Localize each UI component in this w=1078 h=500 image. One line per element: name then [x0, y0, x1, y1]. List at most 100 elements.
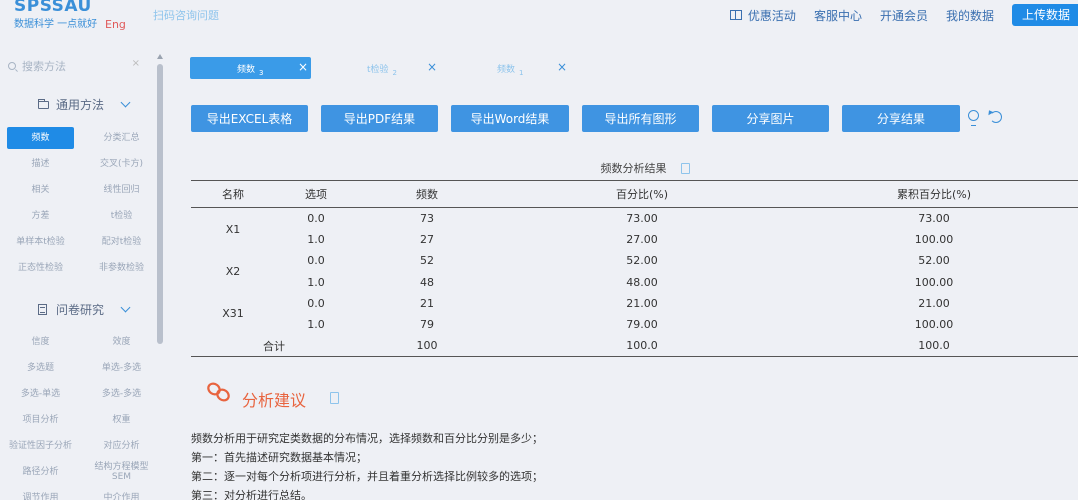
- table-row: 1.0 27 27.00 100.00: [191, 229, 1078, 250]
- group-questionnaire[interactable]: 问卷研究: [38, 301, 131, 318]
- top-header: SPSSAU 数据科学 一点就好 Eng 扫码咨询问题 优惠活动 客服中心 开通…: [0, 0, 1078, 34]
- sidebar-item-group1-0[interactable]: 频数: [7, 127, 74, 149]
- sidebar-item-group2-7[interactable]: 权重: [88, 409, 155, 431]
- scan-consult-link[interactable]: 扫码咨询问题: [153, 7, 219, 23]
- sidebar-item-group1-11[interactable]: 非参数检验: [88, 257, 155, 279]
- total-label: 合计: [191, 335, 357, 358]
- header-percent: 百分比(%): [497, 180, 787, 208]
- undo-icon[interactable]: [990, 111, 1002, 123]
- logo-slogan: 数据科学 一点就好: [14, 19, 98, 30]
- scroll-thumb[interactable]: [157, 64, 163, 344]
- header-option: 选项: [275, 180, 357, 208]
- sidebar-item-group1-6[interactable]: 方差: [7, 205, 74, 227]
- scroll-up-icon[interactable]: [157, 54, 163, 59]
- share-result-button[interactable]: 分享结果: [842, 105, 960, 132]
- header-cumulative-percent: 累积百分比(%): [787, 180, 1078, 208]
- sidebar-item-group1-10[interactable]: 正态性检验: [7, 257, 74, 279]
- sidebar-item-group1-4[interactable]: 相关: [7, 179, 74, 201]
- group-general-label: 通用方法: [56, 98, 105, 112]
- upload-data-button[interactable]: 上传数据: [1011, 4, 1078, 26]
- sidebar-item-group1-2[interactable]: 描述: [7, 153, 74, 175]
- nav-promotions[interactable]: 优惠活动: [729, 7, 796, 24]
- logo[interactable]: SPSSAU: [14, 0, 92, 16]
- sidebar-item-group2-3[interactable]: 单选-多选: [88, 357, 155, 379]
- tab-frequency-1[interactable]: 频数 1 ×: [470, 57, 570, 79]
- sidebar-item-group1-5[interactable]: 线性回归: [88, 179, 155, 201]
- close-icon[interactable]: ×: [298, 60, 308, 74]
- sidebar-item-group2-12[interactable]: 调节作用: [7, 487, 74, 500]
- copy-icon[interactable]: [330, 392, 339, 404]
- cell-freq: 27: [420, 232, 434, 246]
- frequency-table: 名称 选项 频数 百分比(%) 累积百分比(%) X1 0.0 73 73.00 73.…: [191, 180, 1078, 358]
- tab-label: 频数: [497, 64, 516, 75]
- cell-option: 0.0: [307, 254, 325, 268]
- analysis-line: 第一：首先描述研究数据基本情况；: [191, 451, 367, 464]
- sidebar-item-group2-4[interactable]: 多选-单选: [7, 383, 74, 405]
- tab-ttest-2[interactable]: t检验 2 ×: [340, 57, 450, 79]
- cell-name: X2: [225, 264, 241, 278]
- sidebar-item-group1-1[interactable]: 分类汇总: [88, 127, 155, 149]
- cell-option: 1.0: [307, 318, 325, 332]
- table-row: X2 0.0 52 52.00 52.00: [191, 250, 1078, 278]
- sidebar-item-group2-1[interactable]: 效度: [88, 331, 155, 353]
- export-word-button[interactable]: 导出Word结果: [451, 105, 569, 132]
- table-header-row: 名称 选项 频数 百分比(%) 累积百分比(%): [191, 180, 1078, 208]
- method-sidebar: 搜索方法 × 通用方法 频数 分类汇总 描述 交叉(卡方) 相关 线性回归 方差 t检验 单样本…: [0, 50, 166, 500]
- sidebar-item-group2-13[interactable]: 中介作用: [88, 487, 155, 500]
- sidebar-item-group2-5[interactable]: 多选-多选: [88, 383, 155, 405]
- nav-promotions-label: 优惠活动: [747, 8, 796, 23]
- lightbulb-icon[interactable]: [968, 110, 979, 126]
- chain-link-icon: [207, 382, 230, 402]
- analysis-text: 频数分析用于研究定类数据的分布情况，选择频数和百分比分别是多少； 第一：首先描述研…: [191, 429, 543, 500]
- cell-name: X31: [222, 307, 244, 321]
- sidebar-item-group1-9[interactable]: 配对t检验: [88, 231, 155, 253]
- nav-membership[interactable]: 开通会员: [880, 7, 928, 24]
- sidebar-item-group2-0[interactable]: 信度: [7, 331, 74, 353]
- close-icon[interactable]: ×: [557, 60, 567, 74]
- cell-pct: 52.00: [626, 254, 658, 268]
- cell-option: 1.0: [307, 275, 325, 289]
- copy-icon[interactable]: [680, 162, 690, 174]
- export-excel-button[interactable]: 导出EXCEL表格: [191, 105, 308, 132]
- cell-option: 0.0: [307, 296, 325, 310]
- search-input[interactable]: 搜索方法: [22, 58, 66, 74]
- folder-icon: [38, 98, 49, 109]
- share-image-button[interactable]: 分享图片: [712, 105, 829, 132]
- chevron-down-icon: [120, 97, 131, 108]
- tab-index: 1: [519, 69, 524, 77]
- sidebar-item-group1-3[interactable]: 交叉(卡方): [88, 153, 155, 175]
- close-icon[interactable]: ×: [427, 60, 437, 74]
- sidebar-item-group2-11[interactable]: 结构方程模型SEM: [88, 461, 155, 483]
- sidebar-item-group2-2[interactable]: 多选题: [7, 357, 74, 379]
- sidebar-item-group2-8[interactable]: 验证性因子分析: [7, 435, 74, 457]
- sidebar-item-group2-10[interactable]: 路径分析: [7, 461, 74, 483]
- total-freq: 100: [357, 335, 497, 358]
- group-general-methods[interactable]: 通用方法: [38, 96, 131, 113]
- search-clear-icon[interactable]: ×: [132, 58, 140, 69]
- total-cum: 100.0: [787, 335, 1078, 358]
- cell-cum: 21.00: [918, 296, 950, 310]
- sidebar-item-group1-8[interactable]: 单样本t检验: [7, 231, 74, 253]
- cell-cum: 100.00: [914, 275, 954, 289]
- tab-label: 频数: [237, 64, 256, 75]
- sidebar-item-group2-9[interactable]: 对应分析: [88, 435, 155, 457]
- app-window: SPSSAU 数据科学 一点就好 Eng 扫码咨询问题 优惠活动 客服中心 开通…: [0, 0, 1078, 500]
- cell-name: X1: [225, 222, 241, 236]
- sidebar-item-group2-6[interactable]: 项目分析: [7, 409, 74, 431]
- tab-index: 3: [259, 69, 264, 77]
- language-switch[interactable]: Eng: [105, 18, 126, 31]
- cell-cum: 100.00: [914, 318, 954, 332]
- cell-freq: 48: [420, 275, 434, 289]
- sidebar-scrollbar[interactable]: [157, 54, 164, 344]
- cell-cum: 100.00: [914, 232, 954, 246]
- export-pdf-button[interactable]: 导出PDF结果: [321, 105, 438, 132]
- method-search[interactable]: 搜索方法 ×: [8, 58, 142, 74]
- sidebar-item-group1-7[interactable]: t检验: [88, 205, 155, 227]
- nav-my-data[interactable]: 我的数据: [946, 7, 994, 24]
- nav-service-center[interactable]: 客服中心: [814, 7, 862, 24]
- table-row: X1 0.0 73 73.00 73.00: [191, 208, 1078, 236]
- gift-icon: [729, 10, 742, 20]
- tab-frequency-3[interactable]: 频数 3 ×: [190, 57, 311, 79]
- total-pct: 100.0: [497, 335, 787, 358]
- export-all-charts-button[interactable]: 导出所有图形: [582, 105, 699, 132]
